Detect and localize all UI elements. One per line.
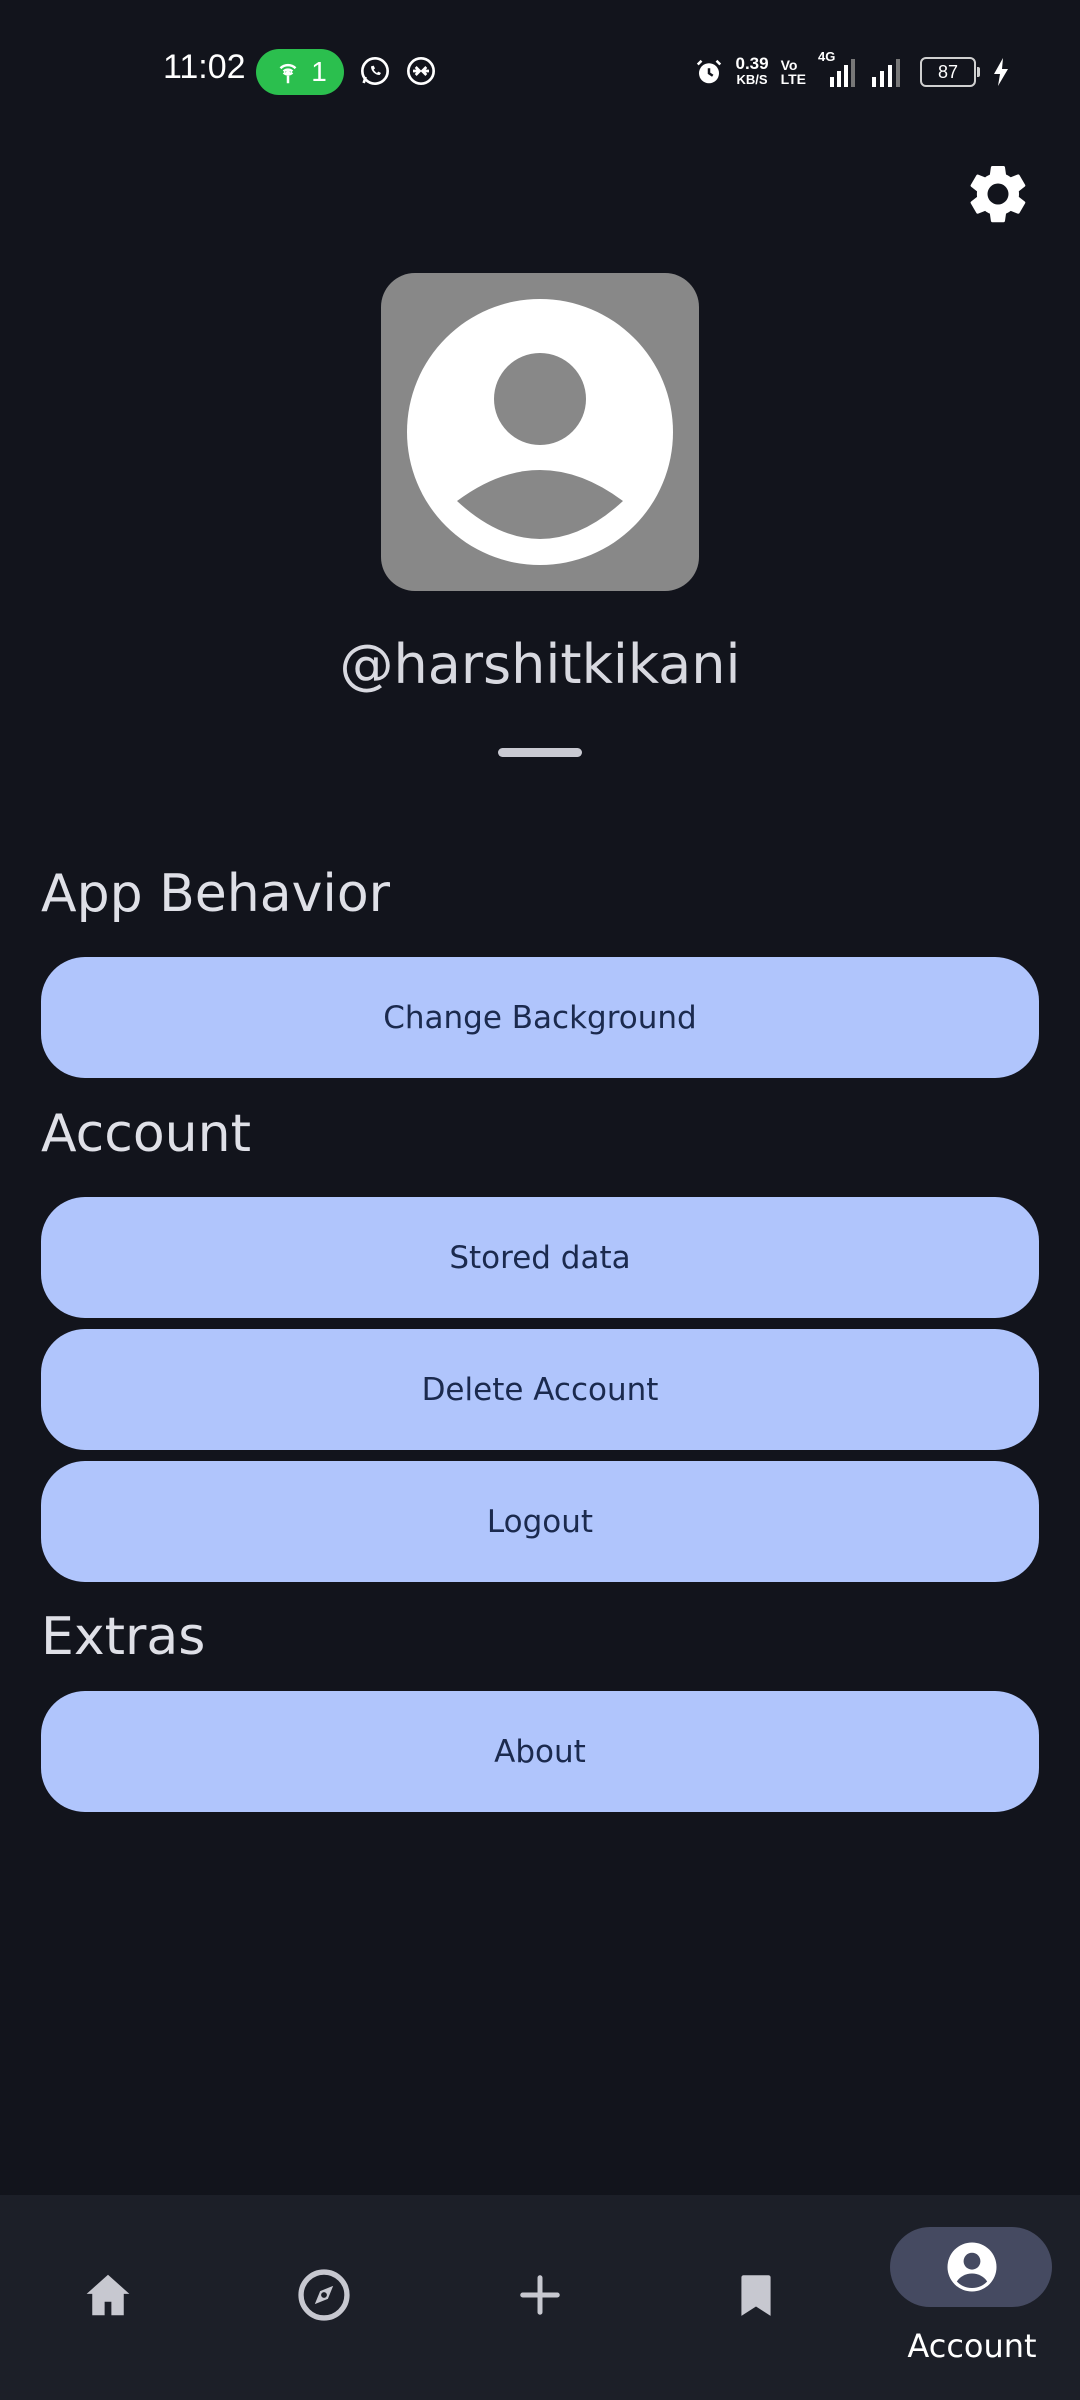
- person-avatar-icon: [407, 299, 673, 565]
- section-title-extras: Extras: [41, 1607, 206, 1667]
- bookmark-icon: [741, 2275, 771, 2316]
- alarm-icon: [696, 59, 721, 84]
- status-bar: 11:02 1 0.39 KB/S Vo LTE 4G 87: [0, 0, 1080, 140]
- volte-bottom: LTE: [780, 71, 806, 87]
- nav-item-bookmarks[interactable]: [648, 2195, 864, 2400]
- username: @harshitkikani: [339, 633, 741, 696]
- about-button[interactable]: About: [41, 1691, 1039, 1812]
- hotspot-indicator[interactable]: 1: [256, 49, 344, 95]
- plus-icon: [520, 2275, 560, 2315]
- hotspot-icon: [279, 63, 297, 84]
- net-speed-value: 0.39: [735, 54, 769, 73]
- settings-button[interactable]: [958, 154, 1038, 234]
- network-type: 4G: [818, 49, 836, 64]
- hotspot-count: 1: [311, 56, 327, 87]
- volte-top: Vo: [780, 57, 798, 73]
- net-speed-unit: KB/S: [736, 72, 768, 87]
- status-time: 11:02: [163, 48, 246, 86]
- app-notification-icon: [407, 57, 435, 85]
- section-title-app-behavior: App Behavior: [41, 864, 391, 924]
- compass-icon: [298, 2269, 350, 2321]
- charging-bolt-icon: [994, 58, 1008, 86]
- nav-item-explore[interactable]: [216, 2195, 432, 2400]
- battery-indicator: 87: [920, 57, 980, 87]
- signal-bars-2-icon: [872, 59, 900, 87]
- logout-button[interactable]: Logout: [41, 1461, 1039, 1582]
- status-right-group: 0.39 KB/S Vo LTE 4G 87: [694, 49, 1011, 92]
- home-icon: [86, 2274, 130, 2316]
- delete-account-button[interactable]: Delete Account: [41, 1329, 1039, 1450]
- section-title-account: Account: [41, 1104, 251, 1164]
- stored-data-button[interactable]: Stored data: [41, 1197, 1039, 1318]
- drag-handle[interactable]: [498, 748, 582, 757]
- nav-item-account[interactable]: Account: [864, 2195, 1080, 2400]
- account-icon: [947, 2242, 997, 2292]
- nav-label-account: Account: [907, 2327, 1037, 2365]
- nav-item-home[interactable]: [0, 2195, 216, 2400]
- whatsapp-icon: [361, 57, 389, 85]
- avatar[interactable]: [381, 273, 699, 591]
- battery-level: 87: [937, 61, 959, 82]
- change-background-button[interactable]: Change Background: [41, 957, 1039, 1078]
- gear-icon: [970, 165, 1026, 223]
- signal-4g-group: 4G: [818, 49, 858, 87]
- net-speed: 0.39 KB/S: [735, 54, 769, 88]
- volte-indicator: Vo LTE: [781, 58, 806, 86]
- nav-item-create[interactable]: [432, 2195, 648, 2400]
